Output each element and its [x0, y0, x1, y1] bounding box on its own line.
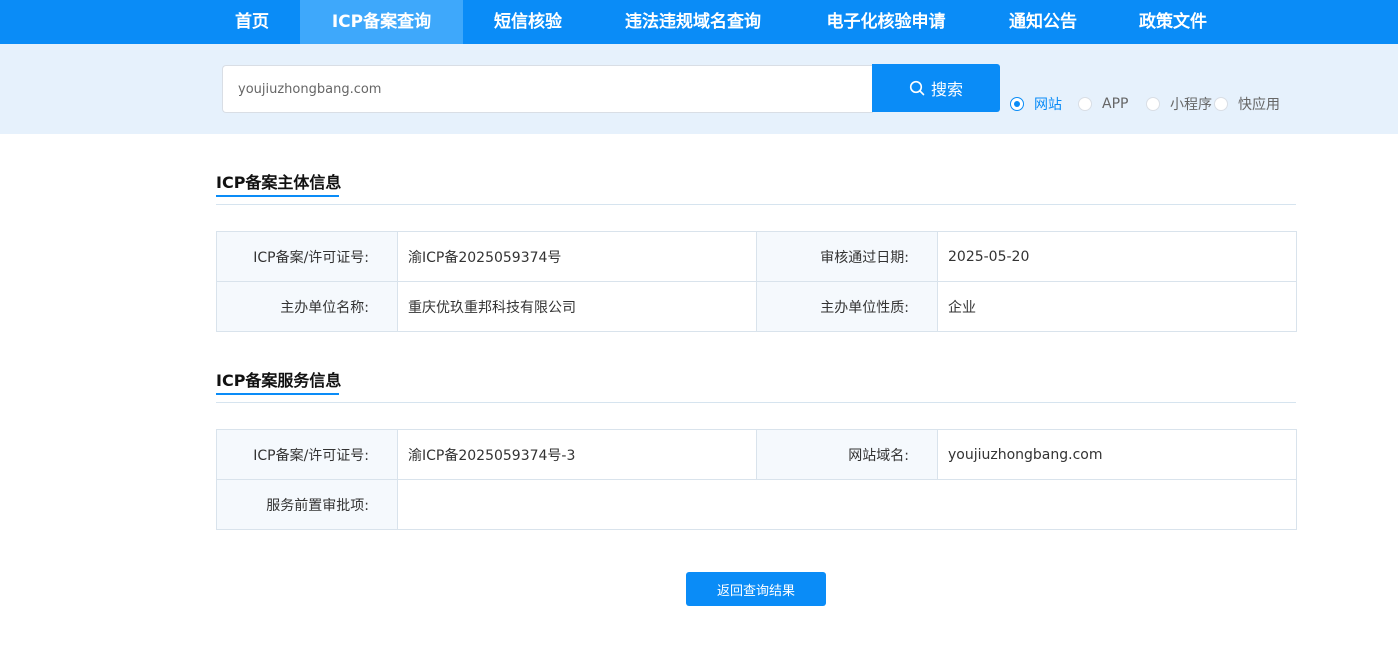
pre-approval-label: 服务前置审批项:	[216, 479, 398, 530]
service-license-value: 渝ICP备2025059374号-3	[397, 429, 757, 480]
org-type-label: 主办单位性质:	[756, 281, 938, 332]
subject-info-table: ICP备案/许可证号: 渝ICP备2025059374号 审核通过日期: 202…	[216, 231, 1297, 332]
domain-value: youjiuzhongbang.com	[937, 429, 1297, 480]
radio-quick-app[interactable]: 快应用	[1214, 95, 1280, 113]
nav-item-icp-query[interactable]: ICP备案查询	[300, 0, 463, 44]
table-row: ICP备案/许可证号: 渝ICP备2025059374号-3 网站域名: you…	[216, 429, 1297, 480]
org-type-value: 企业	[937, 281, 1297, 332]
radio-mini-program[interactable]: 小程序	[1146, 95, 1212, 113]
nav-item-sms-verify[interactable]: 短信核验	[478, 0, 578, 44]
search-icon	[909, 80, 925, 96]
service-title-underline	[216, 393, 339, 395]
nav-item-policy[interactable]: 政策文件	[1125, 0, 1221, 44]
radio-label: 小程序	[1170, 97, 1212, 113]
search-input[interactable]	[222, 65, 873, 113]
radio-label: APP	[1102, 96, 1129, 112]
service-info-table: ICP备案/许可证号: 渝ICP备2025059374号-3 网站域名: you…	[216, 429, 1297, 530]
back-to-results-button[interactable]: 返回查询结果	[686, 572, 826, 606]
radio-circle	[1214, 97, 1228, 111]
nav-item-illegal-domain[interactable]: 违法违规域名查询	[610, 0, 776, 44]
org-name-value: 重庆优玖重邦科技有限公司	[397, 281, 757, 332]
table-row: 主办单位名称: 重庆优玖重邦科技有限公司 主办单位性质: 企业	[216, 281, 1297, 332]
radio-app[interactable]: APP	[1078, 95, 1128, 113]
radio-circle	[1078, 97, 1092, 111]
radio-circle	[1010, 97, 1024, 111]
table-row: ICP备案/许可证号: 渝ICP备2025059374号 审核通过日期: 202…	[216, 231, 1297, 282]
pre-approval-value	[397, 479, 1297, 530]
radio-website[interactable]: 网站	[1010, 95, 1062, 113]
domain-label: 网站域名:	[756, 429, 938, 480]
nav-item-notices[interactable]: 通知公告	[995, 0, 1091, 44]
license-value: 渝ICP备2025059374号	[397, 231, 757, 282]
service-section-divider	[216, 402, 1296, 403]
top-nav: 首页 ICP备案查询 短信核验 违法违规域名查询 电子化核验申请 通知公告 政策…	[0, 0, 1398, 44]
radio-label: 网站	[1034, 97, 1062, 113]
table-row: 服务前置审批项:	[216, 479, 1297, 530]
search-button[interactable]: 搜索	[872, 64, 1000, 112]
service-license-label: ICP备案/许可证号:	[216, 429, 398, 480]
nav-item-e-verify[interactable]: 电子化核验申请	[810, 0, 962, 44]
org-name-label: 主办单位名称:	[216, 281, 398, 332]
radio-label: 快应用	[1238, 97, 1280, 113]
approval-date-label: 审核通过日期:	[756, 231, 938, 282]
subject-section-title: ICP备案主体信息	[216, 173, 342, 192]
search-button-label: 搜索	[930, 80, 963, 99]
service-section-title: ICP备案服务信息	[216, 371, 342, 390]
subject-title-underline	[216, 195, 339, 197]
approval-date-value: 2025-05-20	[937, 231, 1297, 282]
nav-item-home[interactable]: 首页	[220, 0, 284, 44]
radio-circle	[1146, 97, 1160, 111]
subject-section-divider	[216, 204, 1296, 205]
license-label: ICP备案/许可证号:	[216, 231, 398, 282]
